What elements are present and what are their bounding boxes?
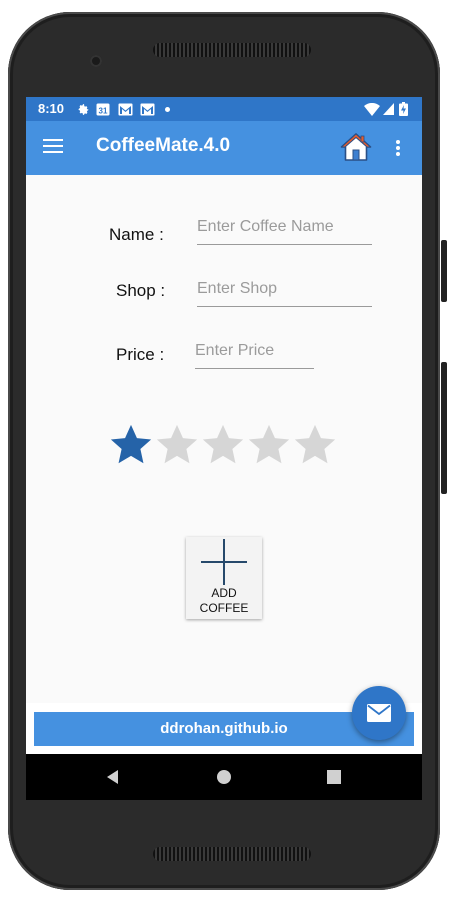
power-button [441, 362, 447, 494]
coffee-name-input[interactable]: Enter Coffee Name [197, 218, 372, 245]
app-title: CoffeeMate.4.0 [96, 135, 231, 156]
email-fab-button[interactable] [352, 686, 406, 740]
price-input[interactable]: Enter Price [195, 342, 314, 369]
battery-charging-icon [398, 102, 408, 116]
shop-label: Shop : [116, 281, 166, 300]
home-icon[interactable] [340, 131, 372, 163]
calendar-day: 31 [99, 107, 108, 116]
notification-dot-icon [164, 102, 170, 116]
star-filled-icon[interactable] [108, 422, 154, 468]
status-time: 8:10 [38, 101, 65, 116]
calendar-icon: 31 [96, 102, 110, 116]
signal-icon [382, 102, 394, 116]
add-coffee-label-line1: ADD [211, 586, 237, 600]
rating-bar[interactable] [108, 422, 338, 468]
add-coffee-label: ADD COFFEE [186, 586, 262, 616]
star-empty-icon[interactable] [200, 422, 246, 468]
recents-icon[interactable] [323, 766, 345, 788]
shop-input[interactable]: Enter Shop [197, 280, 372, 307]
price-placeholder: Enter Price [195, 342, 275, 359]
front-camera [90, 55, 102, 67]
navigation-bar [26, 754, 422, 800]
more-options-icon[interactable] [394, 138, 402, 158]
gmail-icon [117, 102, 133, 116]
volume-button [441, 240, 447, 302]
email-icon [367, 704, 391, 722]
home-nav-icon[interactable] [213, 766, 235, 788]
menu-icon[interactable] [43, 139, 63, 155]
phone-screen: 8:10 31 CoffeeMate.4.0 Name: Enter Coff… [26, 97, 422, 800]
star-empty-icon[interactable] [246, 422, 292, 468]
shop-placeholder: Enter Shop [197, 280, 278, 297]
coffee-name-placeholder: Enter Coffee Name [197, 218, 334, 235]
plus-icon [201, 539, 247, 585]
wifi-icon [364, 102, 380, 116]
app-bar: CoffeeMate.4.0 [26, 121, 422, 175]
add-coffee-button[interactable]: ADD COFFEE [186, 537, 262, 619]
add-coffee-label-line2: COFFEE [199, 601, 249, 615]
back-icon[interactable] [103, 766, 125, 788]
star-empty-icon[interactable] [292, 422, 338, 468]
name-label: Name : [109, 225, 164, 244]
star-empty-icon[interactable] [154, 422, 200, 468]
bottom-speaker-grille [153, 847, 311, 861]
top-speaker-grille [153, 43, 311, 57]
main-content: Name : Enter Coffee Name Shop : Enter Sh… [26, 175, 422, 703]
gmail-icon [139, 102, 155, 116]
price-label: Price : [116, 345, 165, 364]
status-bar: 8:10 31 [26, 97, 422, 121]
gear-icon [76, 102, 90, 116]
